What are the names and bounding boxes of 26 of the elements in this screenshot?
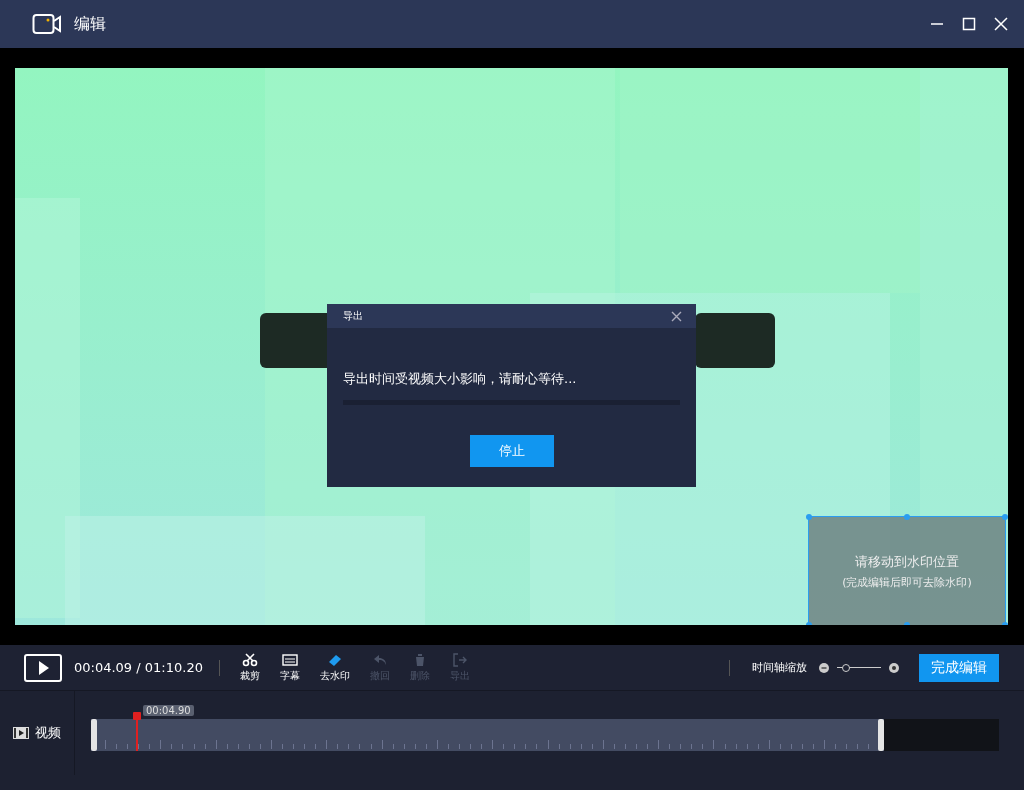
track-label: 视频 [35,724,61,742]
stop-button[interactable]: 停止 [469,435,554,467]
maximize-icon[interactable] [962,17,976,31]
zoom-label: 时间轴缩放 [752,660,807,675]
watermark-hint: 请移动到水印位置 [855,552,959,571]
dialog-title: 导出 [343,309,363,323]
subtitle-icon [281,652,298,667]
time-display: 00:04.09 / 01:10.20 [74,660,203,675]
video-camera-icon [32,13,62,35]
playhead-time: 00:04.90 [143,705,194,716]
tool-button[interactable]: 裁剪 [235,652,264,683]
film-icon [13,727,29,739]
watermark-selection-box[interactable]: 请移动到水印位置 (完成编辑后即可去除水印) [808,516,1006,625]
zoom-in-icon[interactable] [889,662,899,673]
watermark-note: (完成编辑后即可去除水印) [842,574,972,590]
play-button[interactable] [24,653,62,682]
video-clip[interactable] [91,719,884,751]
close-icon[interactable] [671,310,682,322]
tool-button[interactable]: 去水印 [315,652,354,683]
tool-button[interactable]: 字幕 [275,652,304,683]
dialog-message: 导出时间受视频大小影响，请耐心等待... [343,370,578,388]
zoom-out-icon[interactable] [819,662,829,673]
finish-edit-button[interactable]: 完成编辑 [919,653,999,682]
scissors-icon [241,652,258,667]
exit-arrow-icon [451,652,468,667]
window-title: 编辑 [74,13,106,35]
